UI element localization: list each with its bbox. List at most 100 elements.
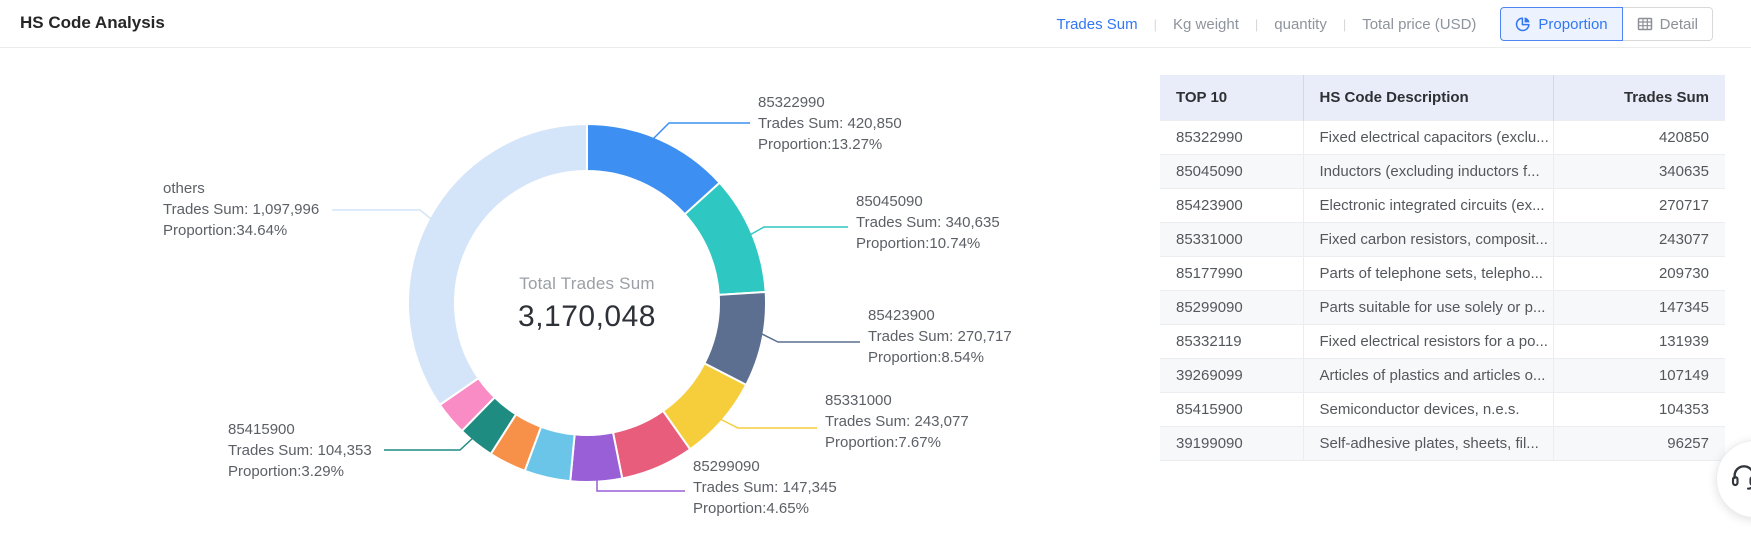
- metric-tab-quantity[interactable]: quantity: [1272, 16, 1329, 33]
- label-callout-85045090: [748, 227, 848, 236]
- cell-value: 96257: [1553, 426, 1725, 460]
- table-row[interactable]: 85045090Inductors (excluding inductors f…: [1160, 154, 1725, 188]
- cell-value: 131939: [1553, 324, 1725, 358]
- cell-code: 85299090: [1160, 290, 1303, 324]
- tab-separator: |: [1154, 17, 1157, 32]
- slice-label-name: 85322990: [758, 92, 902, 113]
- slice-label-85045090: 85045090Trades Sum: 340,635Proportion:10…: [856, 191, 1000, 254]
- detail-button-label: Detail: [1660, 16, 1698, 33]
- cell-value: 340635: [1553, 154, 1725, 188]
- table-header: TOP 10HS Code DescriptionTrades Sum: [1160, 75, 1725, 120]
- table-icon: [1637, 16, 1653, 32]
- cell-description: Parts suitable for use solely or p...: [1303, 290, 1553, 324]
- cell-value: 243077: [1553, 222, 1725, 256]
- slice-label-85299090: 85299090Trades Sum: 147,345Proportion:4.…: [693, 456, 837, 519]
- slice-label-85331000: 85331000Trades Sum: 243,077Proportion:7.…: [825, 390, 969, 453]
- label-callout-85322990: [652, 123, 750, 140]
- page-title: HS Code Analysis: [20, 13, 165, 33]
- cell-code: 85045090: [1160, 154, 1303, 188]
- metric-tab-total-price-usd-[interactable]: Total price (USD): [1360, 16, 1478, 33]
- column-header-0: TOP 10: [1160, 75, 1303, 120]
- slice-label-trades-sum: Trades Sum: 104,353: [228, 440, 372, 461]
- cell-description: Self-adhesive plates, sheets, fil...: [1303, 426, 1553, 460]
- cell-code: 85331000: [1160, 222, 1303, 256]
- metric-tab-trades-sum[interactable]: Trades Sum: [1054, 16, 1139, 33]
- cell-code: 85177990: [1160, 256, 1303, 290]
- cell-value: 147345: [1553, 290, 1725, 324]
- tab-separator: |: [1255, 17, 1258, 32]
- table-row[interactable]: 85415900Semiconductor devices, n.e.s.104…: [1160, 392, 1725, 426]
- cell-code: 85332119: [1160, 324, 1303, 358]
- metric-tabs: Trades Sum|Kg weight|quantity|Total pric…: [1054, 16, 1478, 33]
- slice-label-name: 85423900: [868, 305, 1012, 326]
- cell-code: 85415900: [1160, 392, 1303, 426]
- cell-description: Semiconductor devices, n.e.s.: [1303, 392, 1553, 426]
- slice-label-85423900: 85423900Trades Sum: 270,717Proportion:8.…: [868, 305, 1012, 368]
- table-row[interactable]: 85331000Fixed carbon resistors, composit…: [1160, 222, 1725, 256]
- label-callout-85415900: [384, 437, 474, 450]
- proportion-button[interactable]: Proportion: [1500, 7, 1622, 41]
- slice-label-name: 85415900: [228, 419, 372, 440]
- cell-description: Parts of telephone sets, telepho...: [1303, 256, 1553, 290]
- slice-label-trades-sum: Trades Sum: 1,097,996: [163, 199, 319, 220]
- table-row[interactable]: 85299090Parts suitable for use solely or…: [1160, 290, 1725, 324]
- cell-value: 420850: [1553, 120, 1725, 154]
- page-header: HS Code Analysis Trades Sum | Kg weight | qu…: [0, 0, 1751, 48]
- cell-value: 270717: [1553, 188, 1725, 222]
- slice-label-proportion: Proportion:3.29%: [228, 461, 372, 482]
- slice-label-proportion: Proportion:10.74%: [856, 233, 1000, 254]
- donut-chart-area: Total Trades Sum 3,170,048 85322990Trade…: [0, 48, 1060, 537]
- cell-code: 39199090: [1160, 426, 1303, 460]
- label-callout-85331000: [720, 419, 817, 428]
- slice-label-85415900: 85415900Trades Sum: 104,353Proportion:3.…: [228, 419, 372, 482]
- cell-description: Electronic integrated circuits (ex...: [1303, 188, 1553, 222]
- slice-label-proportion: Proportion:8.54%: [868, 347, 1012, 368]
- slice-label-others: othersTrades Sum: 1,097,996Proportion:34…: [163, 178, 319, 241]
- column-header-1: HS Code Description: [1303, 75, 1553, 120]
- table-row[interactable]: 39269099Articles of plastics and article…: [1160, 358, 1725, 392]
- cell-description: Fixed carbon resistors, composit...: [1303, 222, 1553, 256]
- slice-label-proportion: Proportion:7.67%: [825, 432, 969, 453]
- headset-icon: [1729, 461, 1751, 491]
- cell-code: 39269099: [1160, 358, 1303, 392]
- cell-description: Fixed electrical resistors for a po...: [1303, 324, 1553, 358]
- slice-label-proportion: Proportion:4.65%: [693, 498, 837, 519]
- label-callout-85423900: [760, 333, 860, 342]
- view-toggle-group: Proportion Detail: [1500, 7, 1713, 41]
- slice-label-name: 85045090: [856, 191, 1000, 212]
- pie-slice-85299090[interactable]: [570, 432, 622, 482]
- pie-slice-others[interactable]: [408, 124, 587, 405]
- slice-label-name: 85299090: [693, 456, 837, 477]
- cell-value: 209730: [1553, 256, 1725, 290]
- table-row[interactable]: 85177990Parts of telephone sets, telepho…: [1160, 256, 1725, 290]
- metric-tab-kg-weight[interactable]: Kg weight: [1171, 16, 1241, 33]
- slice-label-trades-sum: Trades Sum: 420,850: [758, 113, 902, 134]
- slice-label-trades-sum: Trades Sum: 147,345: [693, 477, 837, 498]
- table-row[interactable]: 39199090Self-adhesive plates, sheets, fi…: [1160, 426, 1725, 460]
- slice-label-name: 85331000: [825, 390, 969, 411]
- slice-label-trades-sum: Trades Sum: 340,635: [856, 212, 1000, 233]
- cell-description: Inductors (excluding inductors f...: [1303, 154, 1553, 188]
- top10-table: TOP 10HS Code DescriptionTrades Sum 8532…: [1160, 75, 1725, 461]
- hs-code-analysis-page: HS Code Analysis Trades Sum | Kg weight | qu…: [0, 0, 1751, 537]
- slice-label-name: others: [163, 178, 319, 199]
- cell-description: Fixed electrical capacitors (exclu...: [1303, 120, 1553, 154]
- slice-label-proportion: Proportion:13.27%: [758, 134, 902, 155]
- slice-label-trades-sum: Trades Sum: 270,717: [868, 326, 1012, 347]
- cell-code: 85423900: [1160, 188, 1303, 222]
- slice-label-trades-sum: Trades Sum: 243,077: [825, 411, 969, 432]
- column-header-2: Trades Sum: [1553, 75, 1725, 120]
- detail-button[interactable]: Detail: [1622, 7, 1713, 41]
- pie-chart-icon: [1515, 16, 1531, 32]
- table-row[interactable]: 85322990Fixed electrical capacitors (exc…: [1160, 120, 1725, 154]
- header-controls: Trades Sum|Kg weight|quantity|Total pric…: [1054, 0, 1713, 48]
- cell-description: Articles of plastics and articles o...: [1303, 358, 1553, 392]
- slice-label-proportion: Proportion:34.64%: [163, 220, 319, 241]
- cell-code: 85322990: [1160, 120, 1303, 154]
- slice-label-85322990: 85322990Trades Sum: 420,850Proportion:13…: [758, 92, 902, 155]
- table-row[interactable]: 85332119Fixed electrical resistors for a…: [1160, 324, 1725, 358]
- table-row[interactable]: 85423900Electronic integrated circuits (…: [1160, 188, 1725, 222]
- cell-value: 104353: [1553, 392, 1725, 426]
- cell-value: 107149: [1553, 358, 1725, 392]
- proportion-button-label: Proportion: [1538, 16, 1607, 33]
